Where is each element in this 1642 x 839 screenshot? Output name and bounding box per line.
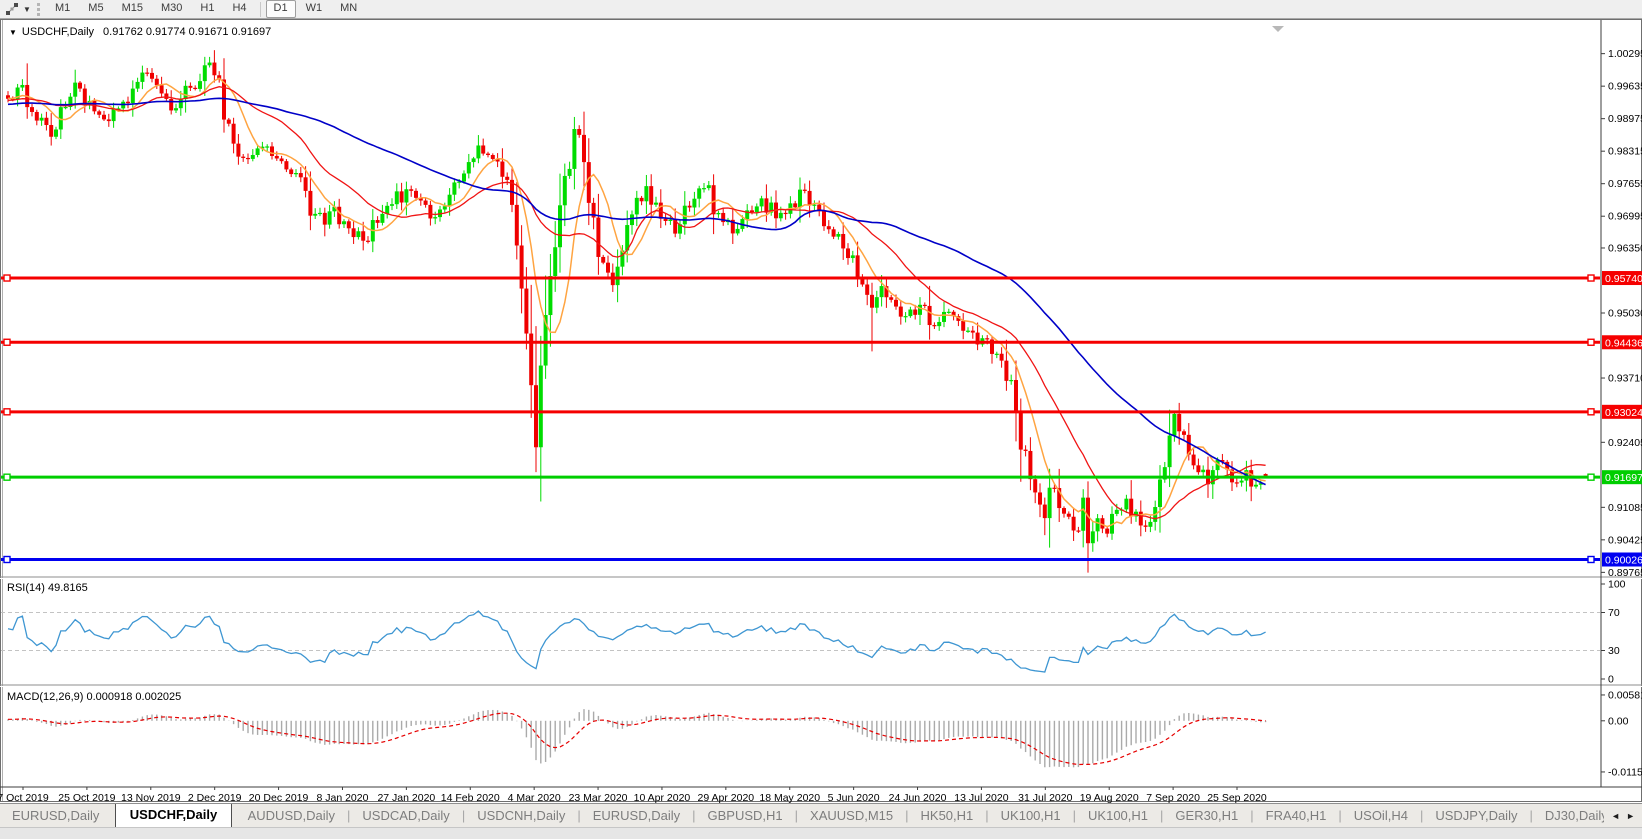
tab-eurusd-daily[interactable]: EURUSD,Daily (0, 805, 111, 826)
svg-text:24 Jun 2020: 24 Jun 2020 (889, 792, 947, 803)
svg-text:0.91697: 0.91697 (1605, 472, 1642, 484)
svg-text:31 Jul 2020: 31 Jul 2020 (1018, 792, 1072, 803)
svg-text:0.90026: 0.90026 (1605, 554, 1642, 566)
svg-text:13 Nov 2019: 13 Nov 2019 (121, 792, 181, 803)
svg-text:5 Jun 2020: 5 Jun 2020 (828, 792, 880, 803)
svg-text:0.94436: 0.94436 (1605, 337, 1642, 349)
mt4-window: ▼ M1M5M15M30H1H4 D1W1MN 1.00295 0.99635 0.9… (0, 0, 1642, 839)
svg-text:0.005818: 0.005818 (1608, 689, 1642, 701)
svg-text:0.00: 0.00 (1608, 715, 1629, 727)
tab-usdcad-daily[interactable]: USDCAD,Daily (350, 805, 461, 826)
svg-text:18 May 2020: 18 May 2020 (759, 792, 820, 803)
timeframe-button-h4[interactable]: H4 (224, 0, 254, 18)
tab-scroll-left-icon[interactable]: ◄ (1611, 811, 1620, 821)
svg-text:0.97655: 0.97655 (1608, 178, 1642, 190)
toolbar-grip[interactable] (37, 3, 40, 16)
tab-hk50-h1[interactable]: HK50,H1 (909, 805, 986, 826)
svg-text:0.89765: 0.89765 (1608, 567, 1642, 579)
svg-text:0.98315: 0.98315 (1608, 146, 1642, 158)
svg-text:14 Feb 2020: 14 Feb 2020 (441, 792, 500, 803)
tab-ger30-h1[interactable]: GER30,H1 (1163, 805, 1250, 826)
timeframe-button-mn[interactable]: MN (332, 0, 365, 18)
svg-text:8 Jan 2020: 8 Jan 2020 (316, 792, 368, 803)
tab-uk100-h1[interactable]: UK100,H1 (989, 805, 1073, 826)
svg-text:25 Sep 2020: 25 Sep 2020 (1207, 792, 1267, 803)
tab-fra40-h1[interactable]: FRA40,H1 (1254, 805, 1339, 826)
svg-text:0.93024: 0.93024 (1605, 407, 1642, 419)
svg-text:0.93710: 0.93710 (1608, 373, 1642, 385)
tab-usdcnh-daily[interactable]: USDCNH,Daily (465, 805, 577, 826)
tab-audusd-daily[interactable]: AUDUSD,Daily (236, 805, 347, 826)
crosshair-tool-icon[interactable] (3, 2, 21, 17)
svg-text:0.98975: 0.98975 (1608, 113, 1642, 125)
svg-text:0.95030: 0.95030 (1608, 308, 1642, 320)
svg-text:29 Apr 2020: 29 Apr 2020 (698, 792, 755, 803)
tab-scroll-arrows: ◄ ► (1604, 811, 1642, 821)
svg-text:0.90425: 0.90425 (1608, 534, 1642, 546)
svg-text:10 Apr 2020: 10 Apr 2020 (634, 792, 691, 803)
svg-text:7 Sep 2020: 7 Sep 2020 (1146, 792, 1200, 803)
tab-eurusd-daily[interactable]: EURUSD,Daily (581, 805, 692, 826)
svg-text:20 Dec 2019: 20 Dec 2019 (249, 792, 309, 803)
svg-text:100: 100 (1608, 579, 1626, 591)
svg-text:0.92405: 0.92405 (1608, 437, 1642, 449)
svg-text:27 Jan 2020: 27 Jan 2020 (377, 792, 435, 803)
tool-dropdown-caret-icon[interactable]: ▼ (21, 5, 33, 14)
chart-tab-bar: EURUSD,Daily|USDCHF,Daily|AUDUSD,Daily|U… (0, 803, 1642, 827)
macd-indicator-label: MACD(12,26,9) 0.000918 0.002025 (7, 691, 181, 703)
tab-gbpusd-h1[interactable]: GBPUSD,H1 (696, 805, 795, 826)
svg-text:70: 70 (1608, 607, 1620, 619)
svg-text:0.95740: 0.95740 (1605, 273, 1642, 285)
svg-text:-0.011514: -0.011514 (1608, 766, 1642, 778)
svg-text:23 Mar 2020: 23 Mar 2020 (569, 792, 628, 803)
svg-text:0: 0 (1608, 674, 1614, 686)
tab-dj30-daily[interactable]: DJ30,Daily (1533, 805, 1604, 826)
svg-text:0.99635: 0.99635 (1608, 81, 1642, 93)
svg-text:30: 30 (1608, 645, 1620, 657)
svg-text:0.96995: 0.96995 (1608, 211, 1642, 223)
timeframe-button-m30[interactable]: M30 (153, 0, 190, 18)
tab-uk100-h1[interactable]: UK100,H1 (1076, 805, 1160, 826)
timeframe-button-w1[interactable]: W1 (298, 0, 331, 18)
chart-title: ▼ USDCHF,Daily 0.91762 0.91774 0.91671 0.9… (9, 26, 271, 38)
svg-text:13 Jul 2020: 13 Jul 2020 (954, 792, 1008, 803)
status-bar (0, 827, 1642, 839)
toolbar-separator (260, 2, 261, 17)
timeframe-button-m1[interactable]: M1 (47, 0, 78, 18)
chart-symbol-period: USDCHF,Daily (22, 26, 94, 38)
svg-text:0.91085: 0.91085 (1608, 502, 1642, 514)
timeframe-button-group: M1M5M15M30H1H4 D1W1MN (46, 0, 366, 19)
chart-tabs: EURUSD,Daily|USDCHF,Daily|AUDUSD,Daily|U… (0, 804, 1604, 828)
svg-text:7 Oct 2019: 7 Oct 2019 (0, 792, 49, 803)
timeframe-button-m5[interactable]: M5 (80, 0, 111, 18)
svg-text:19 Aug 2020: 19 Aug 2020 (1080, 792, 1139, 803)
svg-text:1.00295: 1.00295 (1608, 48, 1642, 60)
rsi-indicator-label: RSI(14) 49.8165 (7, 582, 88, 594)
chart-dropdown-icon: ▼ (9, 28, 17, 37)
toolbar: ▼ M1M5M15M30H1H4 D1W1MN (0, 0, 1642, 19)
svg-text:25 Oct 2019: 25 Oct 2019 (58, 792, 115, 803)
chart-ohlc-values: 0.91762 0.91774 0.91671 0.91697 (103, 26, 271, 38)
tab-usoil-h4[interactable]: USOil,H4 (1342, 805, 1420, 826)
tab-scroll-right-icon[interactable]: ► (1626, 811, 1635, 821)
svg-text:0.96350: 0.96350 (1608, 242, 1642, 254)
svg-text:2 Dec 2019: 2 Dec 2019 (188, 792, 242, 803)
chart-window: 1.00295 0.99635 0.98975 0.98315 0.97655 0.969… (0, 19, 1642, 803)
tab-xauusd-m15[interactable]: XAUUSD,M15 (798, 805, 905, 826)
tab-usdjpy-daily[interactable]: USDJPY,Daily (1423, 805, 1529, 826)
timeframe-button-h1[interactable]: H1 (192, 0, 222, 18)
svg-text:4 Mar 2020: 4 Mar 2020 (508, 792, 561, 803)
chart-canvas[interactable]: 1.00295 0.99635 0.98975 0.98315 0.97655 0.969… (0, 19, 1642, 803)
tab-usdchf-daily[interactable]: USDCHF,Daily (115, 804, 232, 828)
timeframe-button-m15[interactable]: M15 (114, 0, 151, 18)
timeframe-button-d1[interactable]: D1 (266, 0, 296, 18)
